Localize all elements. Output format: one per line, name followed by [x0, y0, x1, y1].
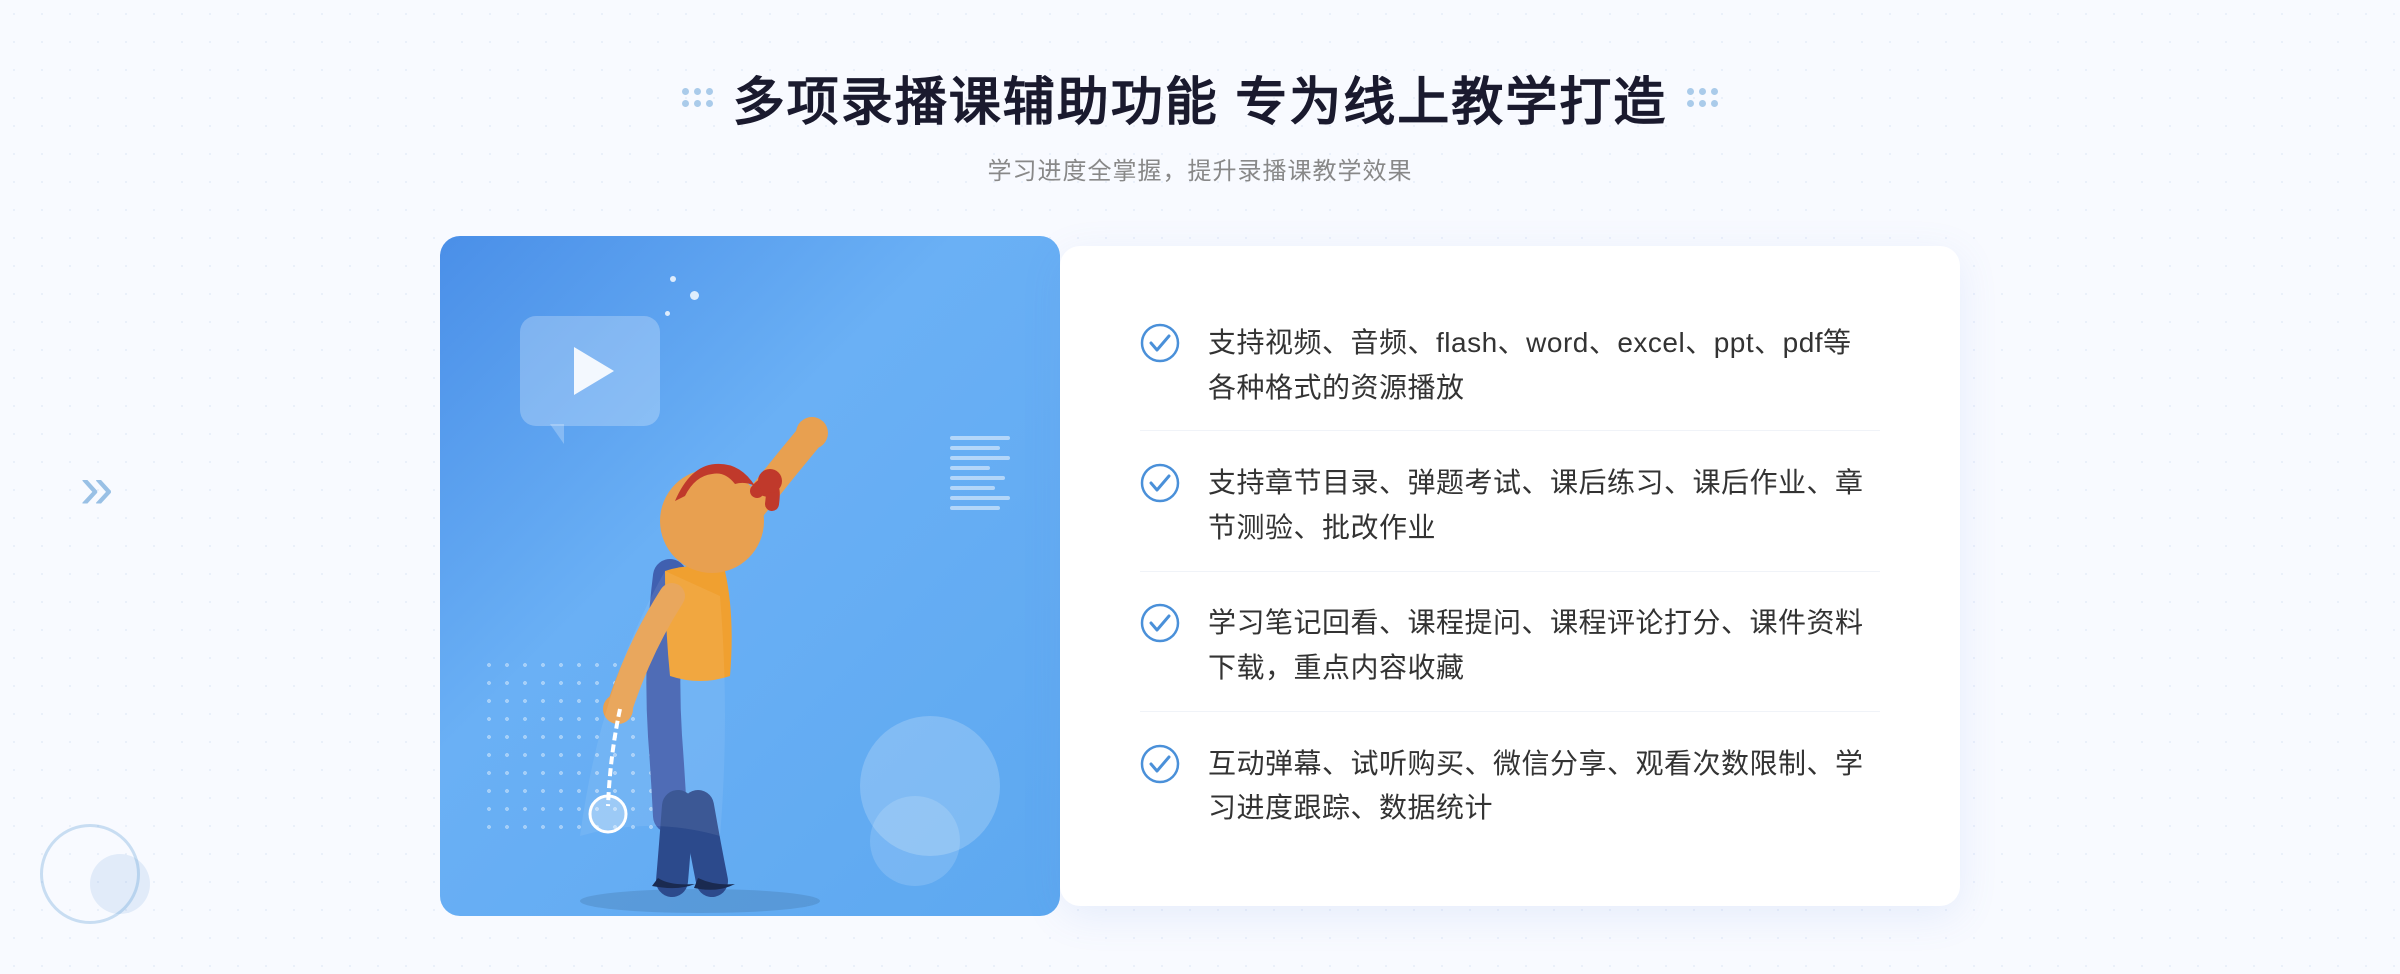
left-chevron-decoration: » [80, 453, 113, 522]
header-section: 多项录播课辅助功能 专为线上教学打造 学习进度全掌握，提升录播课教学效果 [682, 60, 1718, 186]
feature-text-3: 学习笔记回看、课程提问、课程评论打分、课件资料下载，重点内容收藏 [1208, 601, 1880, 691]
title-row: 多项录播课辅助功能 专为线上教学打造 [682, 60, 1718, 135]
feature-text-4: 互动弹幕、试听购买、微信分享、观看次数限制、学习进度跟踪、数据统计 [1208, 742, 1880, 832]
check-icon-1 [1140, 323, 1180, 363]
right-decor-dots-header [1687, 88, 1718, 107]
left-decor-dots [682, 88, 713, 107]
main-content: 支持视频、音频、flash、word、excel、ppt、pdf等各种格式的资源… [400, 236, 2000, 916]
page-container: 多项录播课辅助功能 专为线上教学打造 学习进度全掌握，提升录播课教学效果 [0, 0, 2400, 974]
feature-item-4: 互动弹幕、试听购买、微信分享、观看次数限制、学习进度跟踪、数据统计 [1140, 722, 1880, 852]
check-icon-4 [1140, 744, 1180, 784]
check-icon-2 [1140, 463, 1180, 503]
stripes-decoration [950, 436, 1010, 536]
feature-item-3: 学习笔记回看、课程提问、课程评论打分、课件资料下载，重点内容收藏 [1140, 581, 1880, 712]
check-icon-3 [1140, 603, 1180, 643]
feature-item-1: 支持视频、音频、flash、word、excel、ppt、pdf等各种格式的资源… [1140, 301, 1880, 432]
feature-item-2: 支持章节目录、弹题考试、课后练习、课后作业、章节测验、批改作业 [1140, 441, 1880, 572]
page-title: 多项录播课辅助功能 专为线上教学打造 [733, 60, 1667, 135]
page-subtitle: 学习进度全掌握，提升录播课教学效果 [682, 151, 1718, 186]
feature-text-2: 支持章节目录、弹题考试、课后练习、课后作业、章节测验、批改作业 [1208, 461, 1880, 551]
human-figure [520, 336, 900, 916]
chevron-symbol: » [80, 454, 113, 521]
feature-text-1: 支持视频、音频、flash、word、excel、ppt、pdf等各种格式的资源… [1208, 321, 1880, 411]
features-panel: 支持视频、音频、flash、word、excel、ppt、pdf等各种格式的资源… [1060, 246, 1960, 906]
illustration-panel [440, 236, 1060, 916]
decor-circle-filled [90, 854, 150, 914]
